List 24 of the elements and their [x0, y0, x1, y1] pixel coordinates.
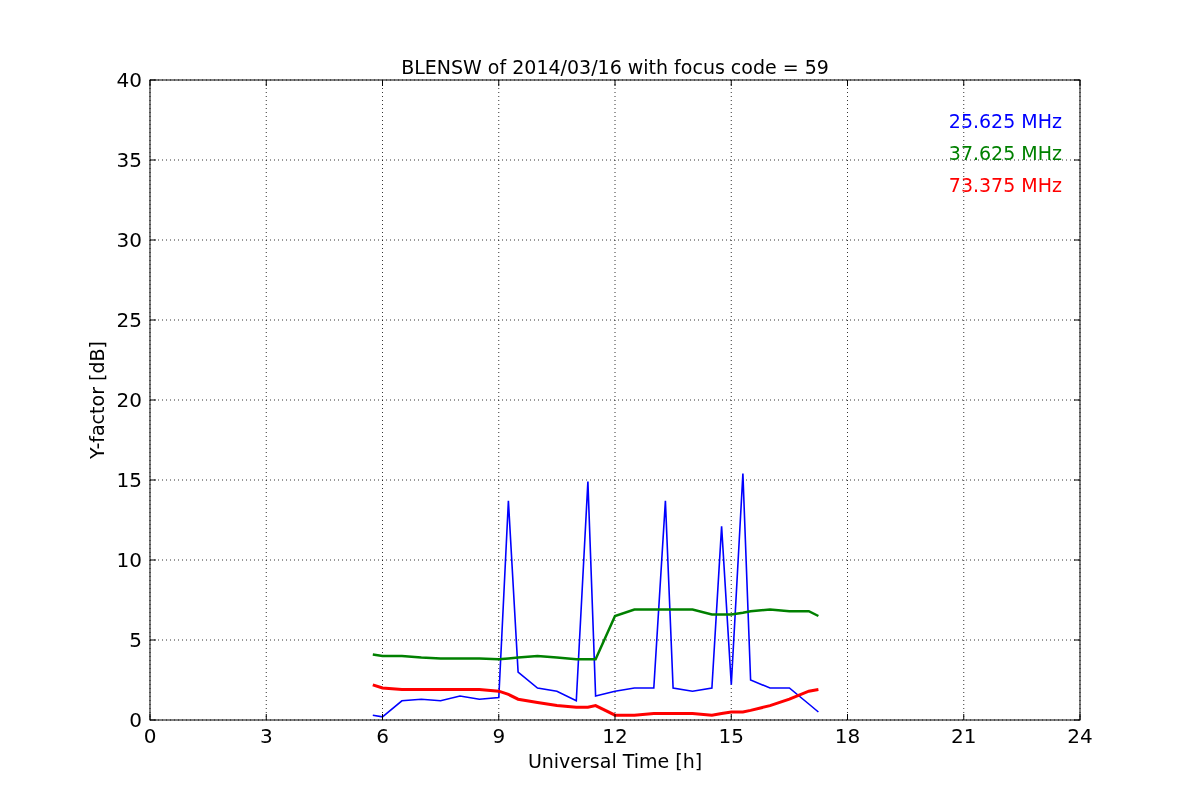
y-tick-label: 15 — [116, 468, 142, 492]
y-tick-label: 0 — [129, 708, 142, 732]
legend-label: 25.625 MHz — [948, 110, 1062, 132]
y-tick-label: 40 — [116, 68, 142, 92]
y-tick-label: 30 — [116, 228, 142, 252]
x-axis-label: Universal Time [h] — [527, 750, 703, 772]
x-tick-label: 24 — [1067, 724, 1093, 748]
x-tick-label: 12 — [602, 724, 628, 748]
legend-label: 73.375 MHz — [948, 174, 1062, 196]
x-tick-label: 9 — [492, 724, 506, 748]
x-tick-label: 6 — [376, 724, 389, 748]
y-tick-label: 5 — [129, 628, 142, 652]
x-tick-label: 15 — [718, 724, 744, 748]
x-tick-label: 0 — [143, 724, 157, 748]
chart-title: BLENSW of 2014/03/16 with focus code = 59 — [401, 56, 829, 78]
y-tick-label: 35 — [116, 148, 142, 172]
y-tick-label: 20 — [116, 388, 142, 412]
y-axis-label: Y-factor [dB] — [86, 341, 108, 459]
legend-label: 37.625 MHz — [948, 142, 1062, 164]
x-tick-label: 18 — [834, 724, 861, 748]
x-tick-label: 21 — [951, 724, 977, 748]
x-tick-label: 3 — [259, 724, 273, 748]
y-tick-label: 10 — [116, 548, 142, 572]
y-tick-label: 25 — [116, 308, 142, 332]
